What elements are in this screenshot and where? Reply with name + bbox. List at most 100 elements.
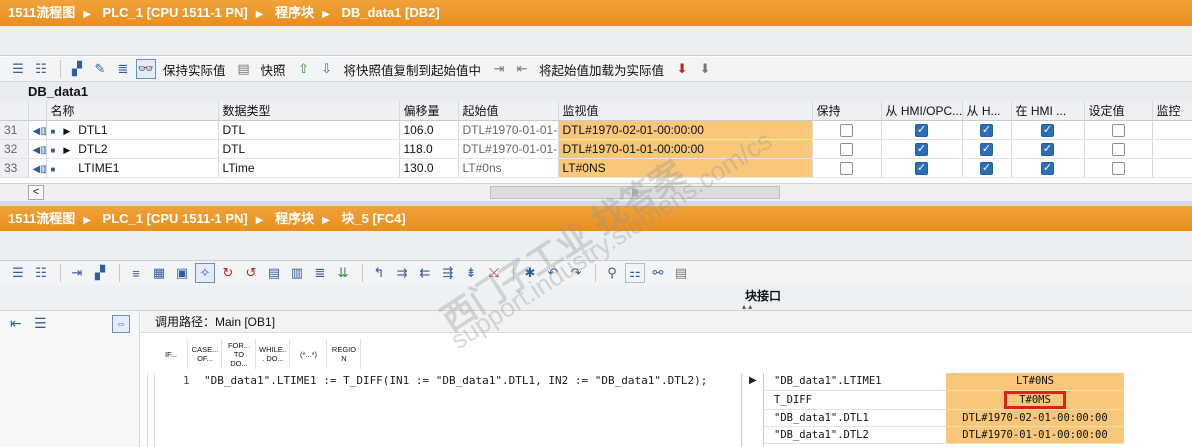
copy-snapshot-icon[interactable]: ⇧: [294, 59, 314, 79]
retain-checkbox[interactable]: [840, 123, 853, 137]
supervision-cell[interactable]: [1152, 120, 1192, 140]
retain-checkbox[interactable]: [840, 142, 853, 156]
table-row[interactable]: 31◀▥ ■ ▶ DTL1 DTL106.0DTL#1970-01-01-DTL#197…: [0, 120, 1192, 140]
add-network-icon[interactable]: ☷: [31, 263, 51, 283]
tag-icon[interactable]: ▞: [90, 263, 110, 283]
table-icon[interactable]: ▦: [149, 263, 169, 283]
retain-checkbox[interactable]: [840, 161, 853, 175]
start-value-cell[interactable]: DTL#1970-01-01-: [458, 139, 559, 159]
keep-actual-button[interactable]: 保持实际值: [163, 60, 226, 79]
start-value-cell[interactable]: LT#0ns: [458, 158, 559, 178]
expand-arrow-icon[interactable]: ▶: [63, 145, 70, 155]
scl-template-button[interactable]: CASE... OF...: [189, 339, 222, 369]
hmi2-checkbox[interactable]: ✓: [980, 161, 993, 175]
scl-template-button[interactable]: REGION: [328, 339, 361, 369]
table-row[interactable]: 33◀▥■▶LTIME1LTime130.0LT#0nsLT#0NS✓✓✓: [0, 158, 1192, 178]
col-start[interactable]: 起始值: [458, 101, 559, 121]
database-icon[interactable]: ▤: [234, 59, 254, 79]
datatype-cell[interactable]: LTime: [218, 158, 400, 178]
start-value-cell[interactable]: DTL#1970-01-01-: [458, 120, 559, 140]
watch-row[interactable]: "DB_data1".LTIME1 LT#0NS: [764, 373, 1192, 391]
load-actual-icon-2[interactable]: ⬇: [695, 59, 715, 79]
test-icon[interactable]: ⚲: [602, 263, 622, 283]
col-datatype[interactable]: 数据类型: [218, 101, 400, 121]
load-start-button[interactable]: 将起始值加载为实际值: [539, 60, 664, 79]
breadcrumb-plc-2[interactable]: PLC_1 [CPU 1511-1 PN]: [103, 211, 248, 226]
watch-row[interactable]: "DB_data1".DTL2 DTL#1970-01-01-00:00:00: [764, 426, 1192, 444]
copy-icon[interactable]: ▥: [287, 263, 307, 283]
edit-icon[interactable]: ✎: [90, 59, 110, 79]
monitor-glasses-icon[interactable]: ⚯: [648, 263, 668, 283]
copy-snapshot-button[interactable]: 将快照值复制到起始值中: [344, 60, 482, 79]
expand-icon[interactable]: ▞: [67, 59, 87, 79]
hmi3-checkbox[interactable]: ✓: [1041, 142, 1054, 156]
db-icon[interactable]: ▤: [671, 263, 691, 283]
setpoint-checkbox[interactable]: [1111, 123, 1125, 137]
watch-row[interactable]: "DB_data1".DTL1 DTL#1970-02-01-00:00:00: [764, 409, 1192, 427]
indent-icon[interactable]: ⇥: [67, 263, 87, 283]
breadcrumb-project[interactable]: 1511流程图: [8, 5, 75, 20]
clear-breakpoint-icon[interactable]: ↺: [241, 263, 261, 283]
hmi3-checkbox[interactable]: ✓: [1041, 161, 1054, 175]
list-icon[interactable]: ≣: [113, 59, 133, 79]
hmi2-checkbox[interactable]: ✓: [980, 123, 993, 137]
table-row[interactable]: 32◀▥■▶DTL2DTL118.0DTL#1970-01-01-DTL#197…: [0, 139, 1192, 159]
goto-next-icon[interactable]: ⇉: [392, 263, 412, 283]
scl-template-button[interactable]: IF...: [155, 339, 188, 369]
col-supervision[interactable]: 监控: [1152, 101, 1192, 121]
breadcrumb-program-blocks[interactable]: 程序块: [275, 5, 314, 20]
breadcrumb-project-2[interactable]: 1511流程图: [8, 211, 75, 226]
load-icon[interactable]: ⇥: [489, 59, 509, 79]
name-cell[interactable]: ■ ▶ DTL1: [46, 120, 219, 140]
scl-template-button[interactable]: (*...*): [291, 339, 327, 369]
sync-icon[interactable]: ⇔: [112, 315, 130, 333]
breadcrumb-plc[interactable]: PLC_1 [CPU 1511-1 PN]: [103, 5, 248, 20]
watch-row[interactable]: T_DIFF T#0MS: [764, 390, 1192, 410]
scroll-left-button[interactable]: <: [28, 185, 44, 200]
name-cell[interactable]: ■ ▶ DTL2: [46, 139, 219, 159]
interface-grip-icon[interactable]: ▴ ▴: [742, 302, 752, 311]
block-interface-bar[interactable]: 块接口 ▴ ▴: [0, 285, 1192, 311]
code-editor[interactable]: 1 "DB_data1".LTIME1 := T_DIFF(IN1 := "DB…: [141, 373, 1192, 447]
setpoint-checkbox[interactable]: [1111, 142, 1125, 156]
datatype-cell[interactable]: DTL: [218, 120, 400, 140]
list-indent-icon[interactable]: ☰: [34, 315, 47, 332]
scl-template-button[interactable]: WHILE... DO...: [257, 339, 290, 369]
scl-template-button[interactable]: FOR... TO DO...: [223, 339, 256, 369]
datatype-cell[interactable]: DTL: [218, 139, 400, 159]
save-icon[interactable]: ▣: [172, 263, 192, 283]
monitor-icon[interactable]: 👓: [136, 59, 156, 79]
col-hmi-opc[interactable]: 从 HMI/OPC...: [881, 101, 963, 121]
setpoint-checkbox[interactable]: [1111, 161, 1125, 175]
col-name[interactable]: 名称: [46, 101, 219, 121]
hmi2-checkbox[interactable]: ✓: [980, 142, 993, 156]
align-icon[interactable]: ≡: [126, 263, 146, 283]
breakpoint-icon[interactable]: ↻: [218, 263, 238, 283]
monitor-toggle-icon[interactable]: ✧: [195, 263, 215, 283]
download-icon[interactable]: ⇊: [333, 263, 353, 283]
expand-watch-icon[interactable]: ▶: [749, 375, 757, 386]
hmi_opc-checkbox[interactable]: ✓: [915, 123, 928, 137]
hmi_opc-checkbox[interactable]: ✓: [915, 161, 928, 175]
outdent-icon[interactable]: ⇤: [10, 315, 22, 332]
hmi_opc-checkbox[interactable]: ✓: [915, 142, 928, 156]
hmi3-checkbox[interactable]: ✓: [1041, 123, 1054, 137]
goto-icon[interactable]: ↰: [369, 263, 389, 283]
name-cell[interactable]: ■▶LTIME1: [46, 158, 219, 178]
supervision-cell[interactable]: [1152, 158, 1192, 178]
add-row-icon[interactable]: ☷: [31, 59, 51, 79]
snapshot-button[interactable]: 快照: [261, 60, 286, 79]
copy-snapshot-icon-2[interactable]: ⇩: [317, 59, 337, 79]
breadcrumb-program-blocks-2[interactable]: 程序块: [275, 211, 314, 226]
comment-icon[interactable]: ⇶: [438, 263, 458, 283]
bookmark-icon[interactable]: ▤: [264, 263, 284, 283]
load-actual-icon[interactable]: ⬇: [672, 59, 692, 79]
col-setpoint[interactable]: 设定值: [1084, 101, 1153, 121]
col-monitor[interactable]: 监视值: [558, 101, 813, 121]
insert-row-icon[interactable]: ☰: [8, 59, 28, 79]
insert-network-icon[interactable]: ☰: [8, 263, 28, 283]
watch-icon[interactable]: ⚏: [625, 263, 645, 283]
col-hmi2[interactable]: 从 H...: [962, 101, 1012, 121]
col-hmi3[interactable]: 在 HMI ...: [1011, 101, 1085, 121]
load-icon-2[interactable]: ⇤: [512, 59, 532, 79]
